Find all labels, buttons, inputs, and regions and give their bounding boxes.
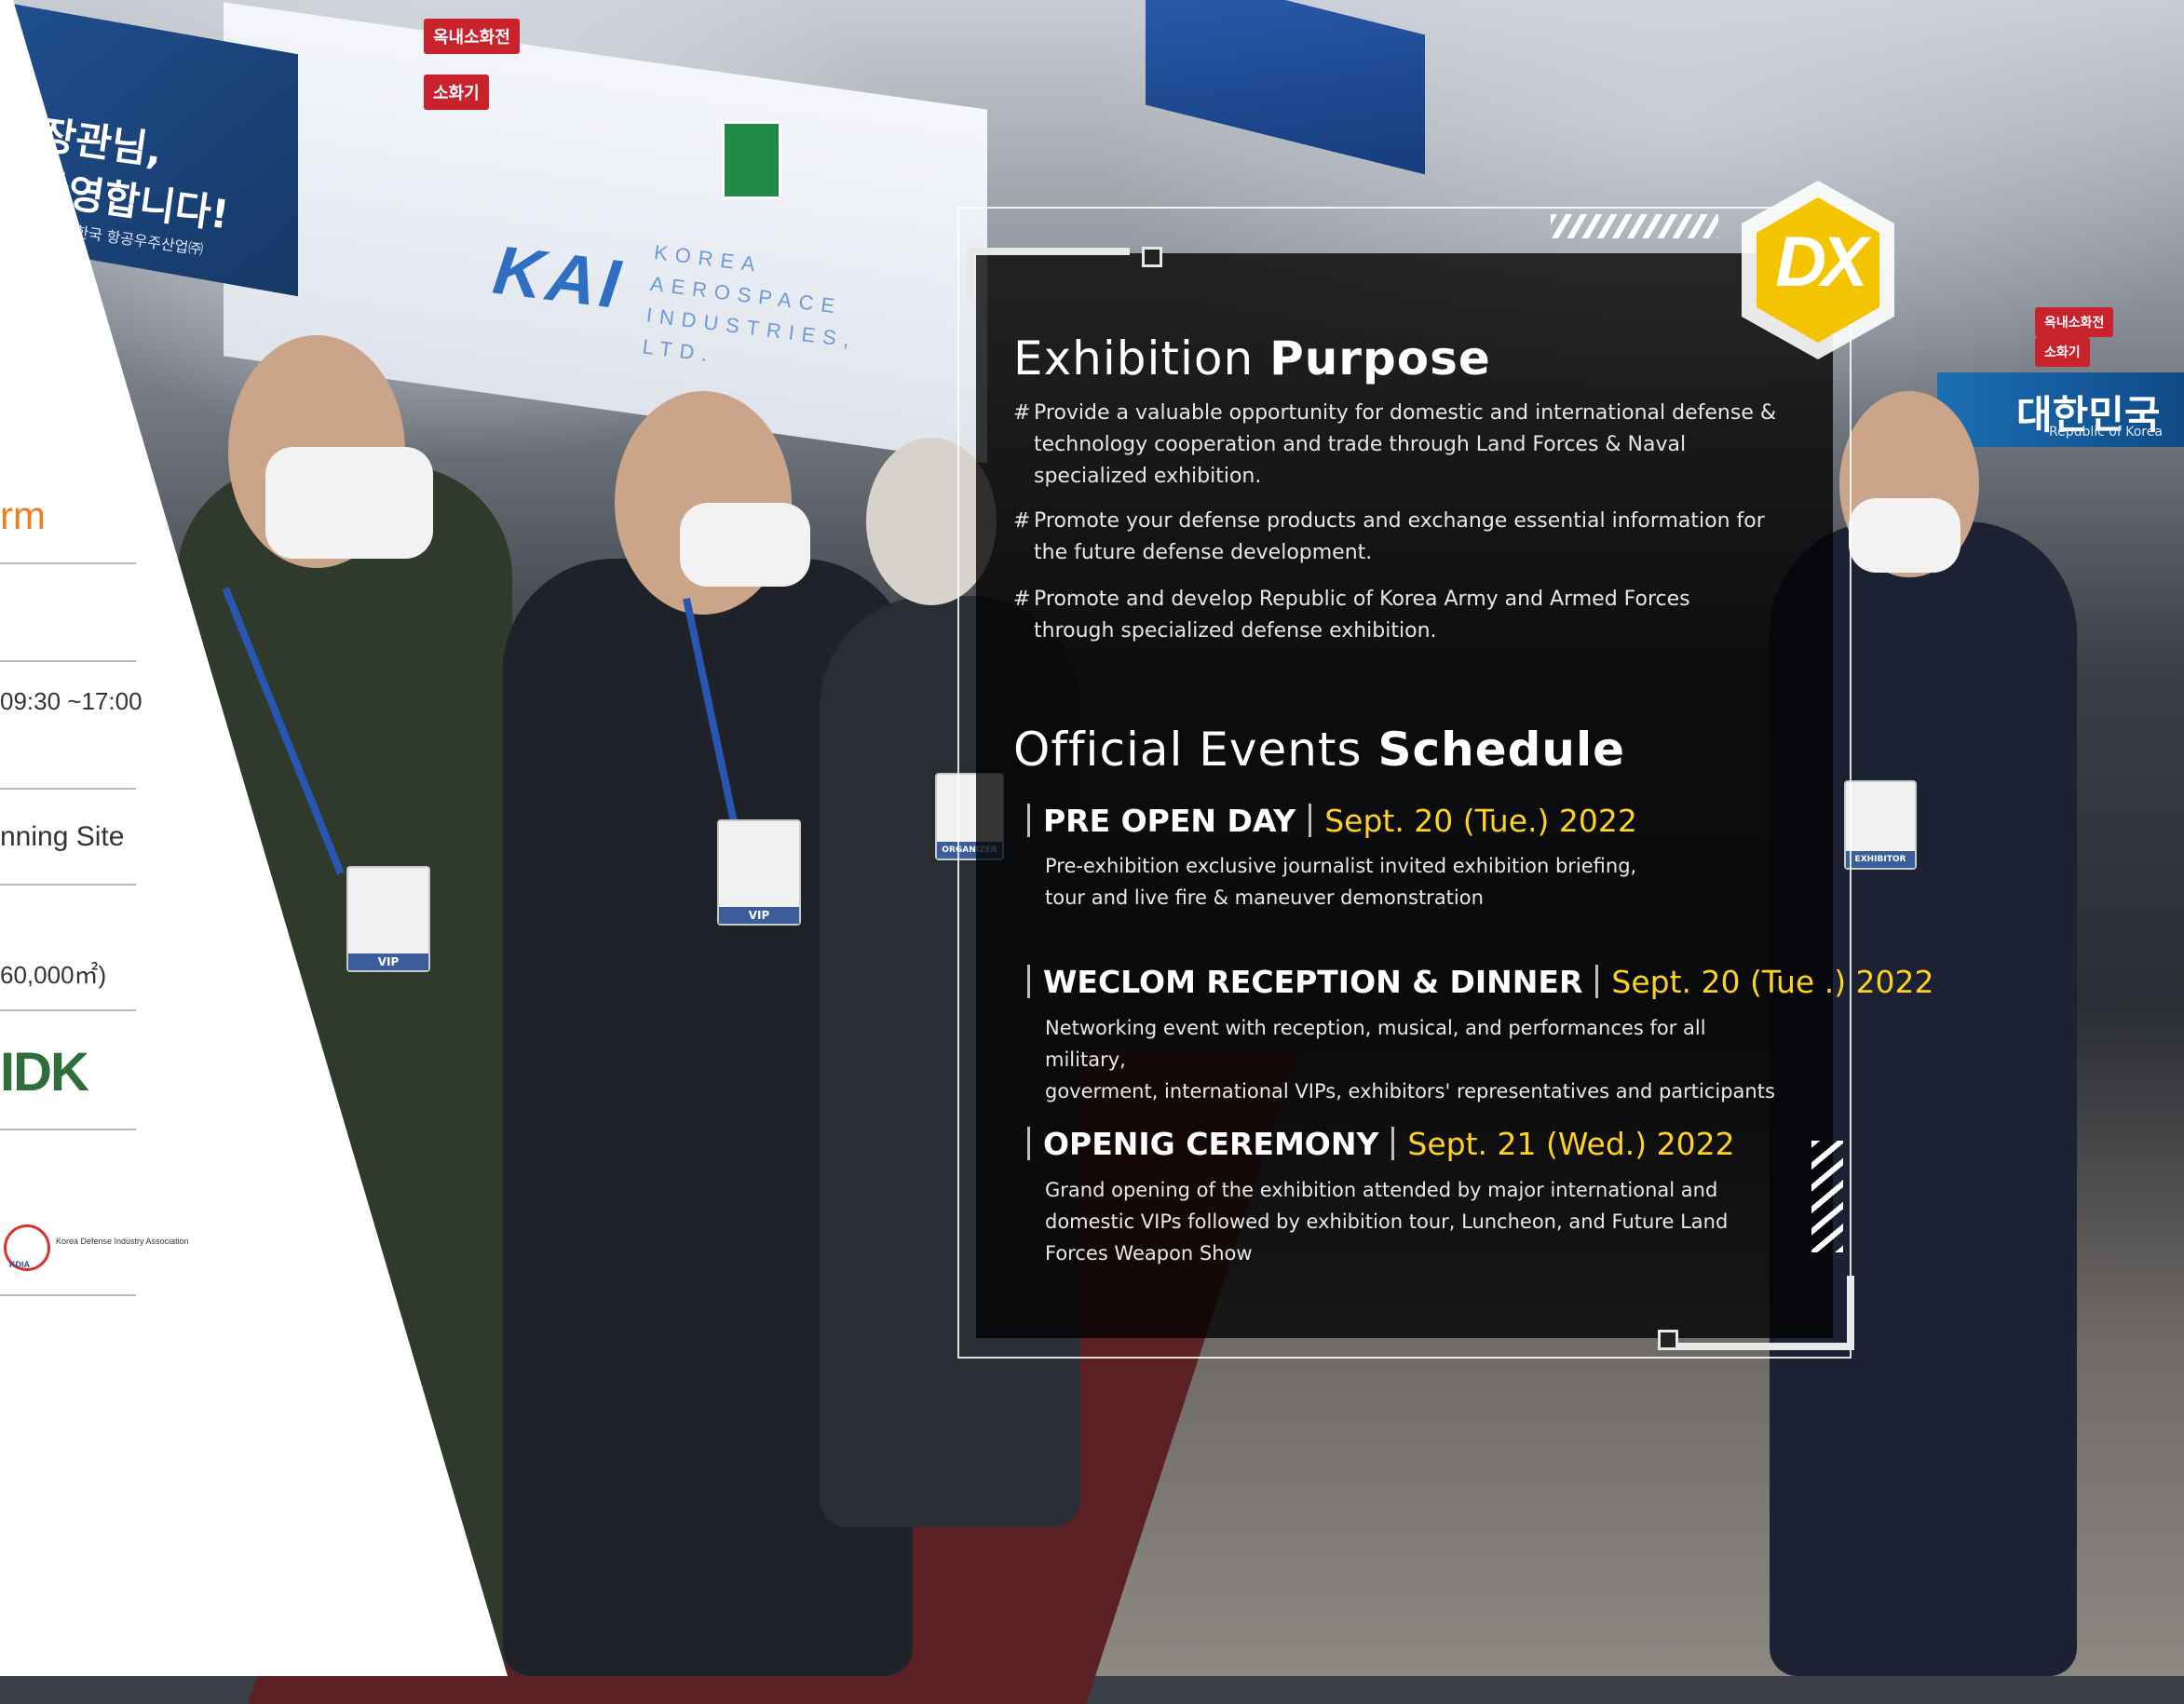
- republic-banner-sub: Republic of Korea: [2049, 425, 2163, 440]
- purpose-item-text: Promote your defense products and exchan…: [1034, 509, 1765, 564]
- dx-logo-text: DX: [1775, 223, 1868, 302]
- left-panel-heading: rm: [0, 494, 46, 537]
- event-description: Networking event with reception, musical…: [1045, 1012, 1790, 1107]
- event-bar: [1027, 965, 1030, 998]
- event-description-line: Grand opening of the exhibition attended…: [1045, 1179, 1718, 1201]
- event-name: OPENIG CEREMONY: [1043, 1126, 1379, 1162]
- person-general-mask: [265, 447, 433, 559]
- event-heading: PRE OPEN DAY Sept. 20 (Tue.) 2022: [1027, 803, 1637, 840]
- event-description-line: goverment, international VIPs, exhibitor…: [1045, 1080, 1775, 1102]
- left-panel-rule-4: [0, 884, 136, 886]
- hatch-decoration-top: [1551, 214, 1718, 238]
- event-date: Sept. 20 (Tue .) 2022: [1611, 964, 1934, 1000]
- frame-corner-bottom-vertical: [1847, 1276, 1854, 1350]
- person-general: [177, 466, 512, 1676]
- left-panel-site: nning Site: [0, 821, 125, 852]
- event-heading: WECLOM RECEPTION & DINNER Sept. 20 (Tue .…: [1027, 964, 1934, 1001]
- event-bar: [1027, 1127, 1030, 1160]
- purpose-title-light: Exhibition: [1013, 331, 1270, 385]
- event-separator: [1391, 1127, 1395, 1160]
- purpose-title-bold: Purpose: [1269, 331, 1491, 385]
- frame-corner-top: [967, 248, 1130, 255]
- exit-sign-icon: [722, 121, 781, 199]
- event-separator: [1309, 804, 1312, 837]
- frame-corner-top-vertical: [967, 248, 974, 304]
- right-extinguisher-sign: 소화기: [2035, 337, 2090, 367]
- schedule-title-light: Official Events: [1013, 723, 1378, 777]
- kai-booth-logo: KAI: [489, 230, 628, 324]
- purpose-item: # Provide a valuable opportunity for dom…: [1013, 398, 1777, 493]
- left-panel-rule-5: [0, 1009, 136, 1011]
- left-panel-rule-2: [0, 660, 136, 662]
- event-description: Grand opening of the exhibition attended…: [1045, 1174, 1790, 1269]
- purpose-bullet: #: [1013, 588, 1031, 611]
- kdia-logo-text: Korea Defense Industry Association: [56, 1237, 189, 1246]
- event-date: Sept. 21 (Wed.) 2022: [1407, 1126, 1735, 1162]
- purpose-bullet: #: [1013, 401, 1031, 425]
- left-panel-hours: 09:30 ~17:00: [0, 687, 142, 715]
- extinguisher-sign: 소화기: [424, 74, 489, 110]
- event-description: Pre-exhibition exclusive journalist invi…: [1045, 850, 1790, 913]
- event-description-line: Networking event with reception, musical…: [1045, 1017, 1706, 1071]
- frame-node-bottom: [1658, 1330, 1678, 1350]
- left-panel-rule-7: [0, 1294, 136, 1296]
- event-bar: [1027, 804, 1030, 837]
- idk-logo: IDK: [0, 1042, 89, 1102]
- event-description-line: Forces Weapon Show: [1045, 1242, 1253, 1264]
- left-panel-rule-6: [0, 1129, 136, 1130]
- event-name: PRE OPEN DAY: [1043, 803, 1296, 839]
- purpose-item: # Promote your defense products and exch…: [1013, 506, 1777, 569]
- purpose-item-text: Provide a valuable opportunity for domes…: [1034, 401, 1777, 488]
- purpose-item-text: Promote and develop Republic of Korea Ar…: [1034, 588, 1690, 642]
- kdia-logo-abbr: KDIA: [9, 1260, 30, 1269]
- event-description-line: tour and live fire & maneuver demonstrat…: [1045, 886, 1484, 909]
- event-heading: OPENIG CEREMONY Sept. 21 (Wed.) 2022: [1027, 1126, 1735, 1163]
- badge-exhibitor: EXHIBITOR: [1844, 780, 1917, 870]
- event-date: Sept. 20 (Tue.) 2022: [1324, 803, 1637, 839]
- schedule-title-bold: Schedule: [1377, 723, 1626, 777]
- hydrant-sign: 옥내소화전: [424, 19, 520, 54]
- event-description-line: domestic VIPs followed by exhibition tou…: [1045, 1210, 1729, 1233]
- person-presenter-mask: [1849, 498, 1960, 573]
- badge-vip-1: VIP: [346, 866, 430, 972]
- left-panel-rule-1: [0, 562, 136, 564]
- hatch-decoration-right: [1811, 1141, 1843, 1252]
- person-minister-mask: [680, 503, 810, 587]
- frame-node-top: [1142, 247, 1162, 267]
- frame-corner-bottom: [1670, 1343, 1854, 1350]
- event-description-line: Pre-exhibition exclusive journalist invi…: [1045, 855, 1637, 877]
- event-name: WECLOM RECEPTION & DINNER: [1043, 964, 1583, 1000]
- purpose-item: # Promote and develop Republic of Korea …: [1013, 584, 1777, 647]
- purpose-title: Exhibition Purpose: [1013, 331, 1491, 385]
- schedule-title: Official Events Schedule: [1013, 723, 1625, 777]
- purpose-bullet: #: [1013, 509, 1031, 533]
- event-separator: [1595, 965, 1599, 998]
- badge-vip-2: VIP: [717, 819, 801, 926]
- left-panel-rule-3: [0, 788, 136, 790]
- left-panel-area: 60,000㎡): [0, 961, 107, 989]
- right-hydrant-sign: 옥내소화전: [2035, 307, 2114, 337]
